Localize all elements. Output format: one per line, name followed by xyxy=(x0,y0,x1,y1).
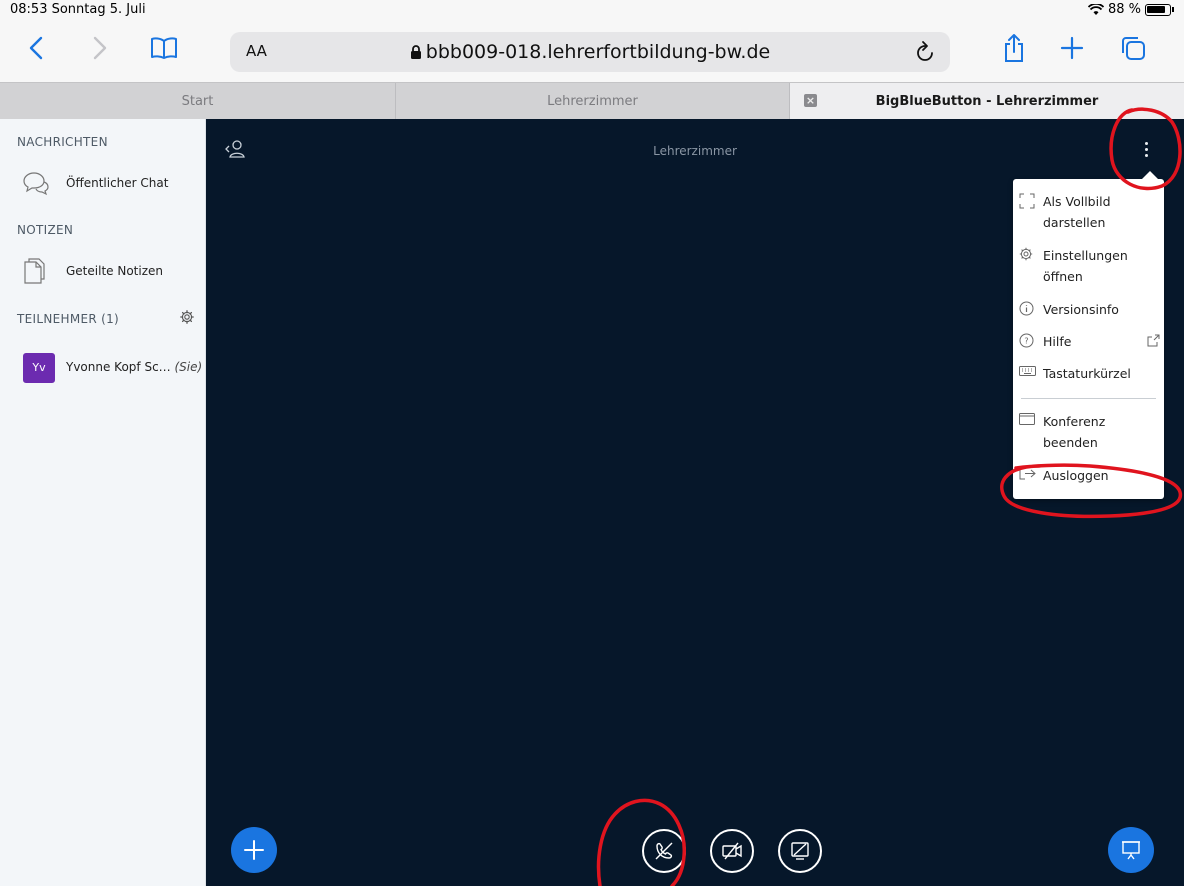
menu-divider xyxy=(1021,398,1156,399)
status-bar: 08:53 Sonntag 5. Juli 88 % xyxy=(0,0,1184,20)
tab-bar: Start Lehrerzimmer × BigBlueButton - Leh… xyxy=(0,82,1184,119)
address-bar[interactable]: AA bbb009-018.lehrerfortbildung-bw.de xyxy=(230,32,950,72)
presentation-icon xyxy=(1122,841,1140,860)
fullscreen-icon xyxy=(1019,193,1035,209)
menu-label: Tastaturkürzel xyxy=(1043,366,1131,381)
avatar: Yv xyxy=(23,353,55,383)
tabs-overview-button[interactable] xyxy=(1118,30,1148,66)
audio-off-icon xyxy=(655,842,673,860)
screen-share-off-icon xyxy=(791,842,809,860)
menu-label: Versionsinfo xyxy=(1043,302,1119,317)
new-tab-button[interactable] xyxy=(1058,30,1086,66)
keyboard-icon xyxy=(1019,366,1036,376)
external-link-icon xyxy=(1147,334,1160,347)
battery-icon xyxy=(1145,3,1171,16)
url-text: bbb009-018.lehrerfortbildung-bw.de xyxy=(425,41,771,63)
window-icon xyxy=(1019,413,1035,425)
plus-icon xyxy=(244,840,264,860)
share-button[interactable] xyxy=(1000,30,1028,66)
share-screen-button[interactable] xyxy=(778,829,822,873)
messages-heading: NACHRICHTEN xyxy=(17,135,108,149)
wifi-icon xyxy=(1087,3,1104,15)
participants-heading: TEILNEHMER (1) xyxy=(17,312,120,326)
menu-label: Als Vollbild darstellen xyxy=(1043,194,1111,230)
forward-icon xyxy=(93,36,107,60)
tab-label: BigBlueButton - Lehrerzimmer xyxy=(875,93,1099,109)
bookmarks-icon xyxy=(151,37,177,59)
tabs-icon xyxy=(1122,37,1145,60)
actions-button[interactable] xyxy=(231,827,277,873)
presentation-button[interactable] xyxy=(1108,827,1154,873)
back-icon xyxy=(29,36,43,60)
menu-label: Konferenz beenden xyxy=(1043,414,1106,450)
participant-item[interactable]: Yv Yvonne Kopf Sc… (Sie) xyxy=(0,345,206,385)
public-chat-label: Öffentlicher Chat xyxy=(66,176,169,190)
logout-icon xyxy=(1019,467,1036,480)
share-icon xyxy=(1005,34,1023,62)
status-right: 88 % xyxy=(1087,2,1174,17)
url-display: bbb009-018.lehrerfortbildung-bw.de xyxy=(230,41,950,63)
notes-icon xyxy=(24,258,45,284)
menu-label: Einstellungen öffnen xyxy=(1043,248,1128,284)
info-icon xyxy=(1019,301,1034,316)
menu-label: Hilfe xyxy=(1043,334,1072,349)
tab-label: Lehrerzimmer xyxy=(547,93,638,109)
status-time-date: 08:53 Sonntag 5. Juli xyxy=(10,2,146,17)
participant-name: Yvonne Kopf Sc… (Sie) xyxy=(66,360,202,374)
tab-bigbluebutton[interactable]: × BigBlueButton - Lehrerzimmer xyxy=(790,83,1184,119)
participant-self-suffix: (Sie) xyxy=(174,360,203,374)
main-area: Lehrerzimmer Als Vollbild darstellen Ein… xyxy=(206,119,1184,886)
forward-button[interactable] xyxy=(86,30,114,66)
back-button[interactable] xyxy=(22,30,50,66)
reload-icon[interactable] xyxy=(914,40,936,64)
options-menu-button[interactable] xyxy=(1138,139,1154,163)
shared-notes-item[interactable]: Geteilte Notizen xyxy=(0,253,206,289)
chat-icon xyxy=(23,172,49,196)
svg-text:?: ? xyxy=(1024,337,1028,346)
tab-start[interactable]: Start xyxy=(0,83,396,119)
battery-percent: 88 % xyxy=(1107,2,1141,17)
join-audio-button[interactable] xyxy=(642,829,686,873)
browser-toolbar: AA bbb009-018.lehrerfortbildung-bw.de xyxy=(0,20,1184,82)
share-webcam-button[interactable] xyxy=(710,829,754,873)
tab-lehrerzimmer[interactable]: Lehrerzimmer xyxy=(396,83,790,119)
tab-label: Start xyxy=(181,93,214,109)
shared-notes-label: Geteilte Notizen xyxy=(66,264,163,278)
close-icon[interactable]: × xyxy=(804,94,817,107)
bookmarks-button[interactable] xyxy=(148,30,180,66)
menu-label: Ausloggen xyxy=(1043,468,1109,483)
help-icon: ? xyxy=(1019,333,1034,348)
sidebar: NACHRICHTEN Öffentlicher Chat NOTIZEN Ge… xyxy=(0,119,206,886)
gear-icon[interactable] xyxy=(180,310,194,324)
participant-name-text: Yvonne Kopf Sc… xyxy=(66,360,171,374)
settings-icon xyxy=(1019,247,1033,261)
options-dropdown: Als Vollbild darstellen Einstellungen öf… xyxy=(1013,171,1164,499)
lock-icon xyxy=(410,45,421,59)
camera-off-icon xyxy=(722,842,742,860)
new-tab-icon xyxy=(1060,36,1084,60)
room-title: Lehrerzimmer xyxy=(653,144,737,158)
battery-cap xyxy=(1172,7,1174,12)
public-chat-item[interactable]: Öffentlicher Chat xyxy=(0,165,206,201)
notes-heading: NOTIZEN xyxy=(17,223,74,237)
